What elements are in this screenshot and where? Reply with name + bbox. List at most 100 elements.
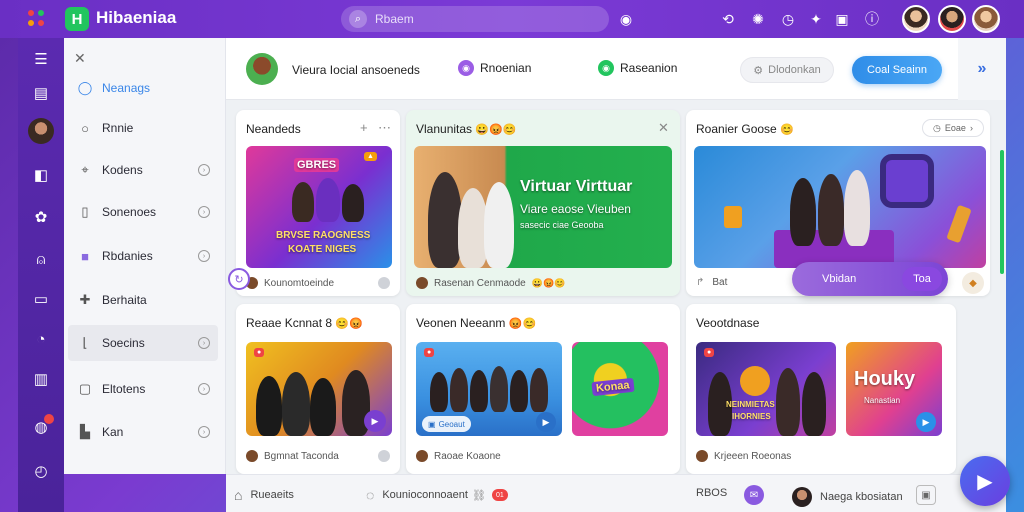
shield-icon[interactable]: ◉ [616,9,636,29]
close-icon[interactable]: ✕ [74,50,86,67]
chevron-right-icon[interactable]: › [198,426,210,438]
chart-icon[interactable]: ▥ [30,368,52,390]
person-figure [292,182,314,222]
double-chevron-right-icon[interactable]: » [958,38,1006,100]
card-thumbnail[interactable] [694,146,986,268]
live-badge: ● [704,348,715,357]
person-figure [430,372,448,412]
tag-icon: ⌖ [81,162,89,177]
live-badge: ● [254,348,265,357]
sidebar-item-sonenoes[interactable]: ▯ Sonenoes › [68,194,218,230]
channel-avatar[interactable] [246,53,278,85]
window-menu-dots-icon[interactable] [28,10,52,28]
chart-icon: ⌊ [82,335,88,350]
search-bar[interactable]: ⌕ Rbaem [341,6,609,32]
info-icon[interactable]: ⓘ [862,9,882,29]
card-thumbnail[interactable]: ● NEINMIETAS IHORNIES [696,342,836,436]
folder-icon[interactable]: ◧ [30,164,52,186]
play-icon[interactable]: ▶ [916,412,936,432]
primary-action-button[interactable]: Coal Seainn [852,56,942,84]
card-neandeds[interactable]: Neandeds + ⋯ ▲ GBRES BRVSE RAOGNESS KOAT… [236,110,400,296]
user-avatar[interactable] [902,5,930,33]
document-icon[interactable]: ▭ [30,288,52,310]
sparkle-icon[interactable]: ✦ [806,9,826,29]
thumbnail-text: BRVSE RAOGNESS [276,230,371,241]
chevron-right-icon[interactable]: › [198,206,210,218]
bottom-item-rueaeits[interactable]: ⌂ Rueaeits [234,487,294,503]
card-thumbnail[interactable]: ▲ GBRES BRVSE RAOGNESS KOATE NIGES [246,146,392,268]
sticker-icon[interactable]: ◆ [962,272,984,294]
profile-avatar[interactable] [972,5,1000,33]
card-vlanunitas[interactable]: Vlanunitas 😀😡😊 ✕ Virtuar Virttuar Viare … [406,110,680,296]
header-chip-2[interactable]: ◉ Raseanion [598,60,677,76]
person-figure [776,368,800,436]
whatsapp-icon: ◉ [598,60,614,76]
card-reaae-kcnnat[interactable]: Reaae Kcnnat 8 😊😡 ● ▶ Bgmnat Taconda [236,304,400,474]
video-icon: ▣ [428,419,436,429]
sidebar-item-label: Neanags [102,81,151,95]
menu-icon[interactable]: ☰ [30,48,52,70]
sidebar-item-kan[interactable]: ▙ Kan › [68,414,218,450]
notification-icon[interactable]: ⟲ [718,9,738,29]
bottom-item-profile[interactable]: Naega kbosiatan [792,487,903,507]
chevron-right-icon[interactable]: › [198,337,210,349]
person-figure [818,174,844,246]
sidebar-item-rbdanies[interactable]: ■ Rbdanies › [68,238,218,274]
filter-chip[interactable]: ◷ Eoae › [922,119,984,137]
play-icon[interactable]: ▶ [364,410,386,432]
header-chip-1[interactable]: ◉ Rnoenian [458,60,531,76]
sidebar-item-neanags[interactable]: ◯ Neanags [68,70,218,106]
sidebar-item-label: Rbdanies [102,249,153,263]
card-thumbnail[interactable]: ● ▶ [246,342,392,436]
group-icon[interactable]: ✿ [30,206,52,228]
user-avatar-2[interactable] [938,5,966,33]
sidebar-item-kodens[interactable]: ⌖ Kodens › [68,152,218,188]
chevron-right-icon[interactable]: › [198,383,210,395]
message-icon[interactable]: ✉ [744,485,764,505]
scrollbar[interactable] [1000,150,1004,274]
clock-icon[interactable]: ◷ [778,9,798,29]
thumbnail-text: sasecic ciae Geooba [520,220,604,230]
floating-video-pill[interactable]: Vbidan Toa [792,262,948,296]
dashboard-icon[interactable]: ▤ [30,82,52,104]
chevron-right-icon[interactable]: › [198,164,210,176]
sidebar-item-soecins[interactable]: ⌊ Soecins › [68,325,218,361]
floating-pill-action[interactable]: Toa [902,267,942,291]
person-figure [428,172,462,268]
history-icon[interactable]: ◴ [30,460,52,482]
card-thumbnail[interactable]: ● ▣ Geoaut ▶ [416,342,562,436]
sidebar-item-rnnie[interactable]: ○ Rnnie [68,110,218,146]
rail-avatar[interactable] [28,118,54,144]
settings-icon[interactable]: ✺ [748,9,768,29]
compass-icon[interactable]: ◔ [30,328,52,350]
person-figure [484,182,514,268]
download-button[interactable]: ⚙ Dlodonkan [740,57,834,83]
sidebar-item-berhaita[interactable]: ✚ Berhaita [68,282,218,318]
card-thumbnail[interactable]: Virtuar Virttuar Viare eaose Vieuben sas… [414,146,672,268]
sidebar-item-eltotens[interactable]: ▢ Eltotens › [68,371,218,407]
count-badge: 01 [491,489,508,501]
play-icon[interactable]: ▶ [536,412,556,432]
person-icon[interactable]: ⍝ [30,248,52,270]
app-title: Hibaeniaa [96,8,177,27]
more-icon[interactable]: ⋯ [378,120,391,136]
card-thumbnail-2[interactable]: Houky Nanastian ▶ [846,342,942,436]
card-veootdnase[interactable]: Veootdnase ● NEINMIETAS IHORNIES Houky N… [686,304,956,474]
play-button[interactable]: ▶ [960,456,1010,506]
card-thumbnail-2[interactable]: Konaa [572,342,668,436]
rotate-icon[interactable]: ↻ [228,268,250,290]
bottom-item-comment[interactable]: ◌ Kounioconnoaent ⛓ 01 [366,487,508,503]
card-veonen-neeanm[interactable]: Veonen Neeanm 😡😊 ● ▣ Geoaut ▶ Konaa Raoa… [406,304,680,474]
chevron-right-icon[interactable]: › [198,250,210,262]
author-avatar [416,277,428,289]
media-icon[interactable]: ▣ [832,9,852,29]
close-icon[interactable]: ✕ [658,120,669,136]
link-icon: ⛓ [471,489,486,502]
author-name: Krjeeen Roeonas [714,450,792,462]
thumbnail-text: Viare eaose Vieuben [520,202,631,216]
add-icon[interactable]: + [360,120,368,135]
image-icon[interactable]: ▣ [916,485,936,505]
bottom-item-label-3[interactable]: RBOS [696,487,727,499]
card-footer: Krjeeen Roeonas [696,450,791,462]
flag-icon: ▢ [78,381,92,396]
